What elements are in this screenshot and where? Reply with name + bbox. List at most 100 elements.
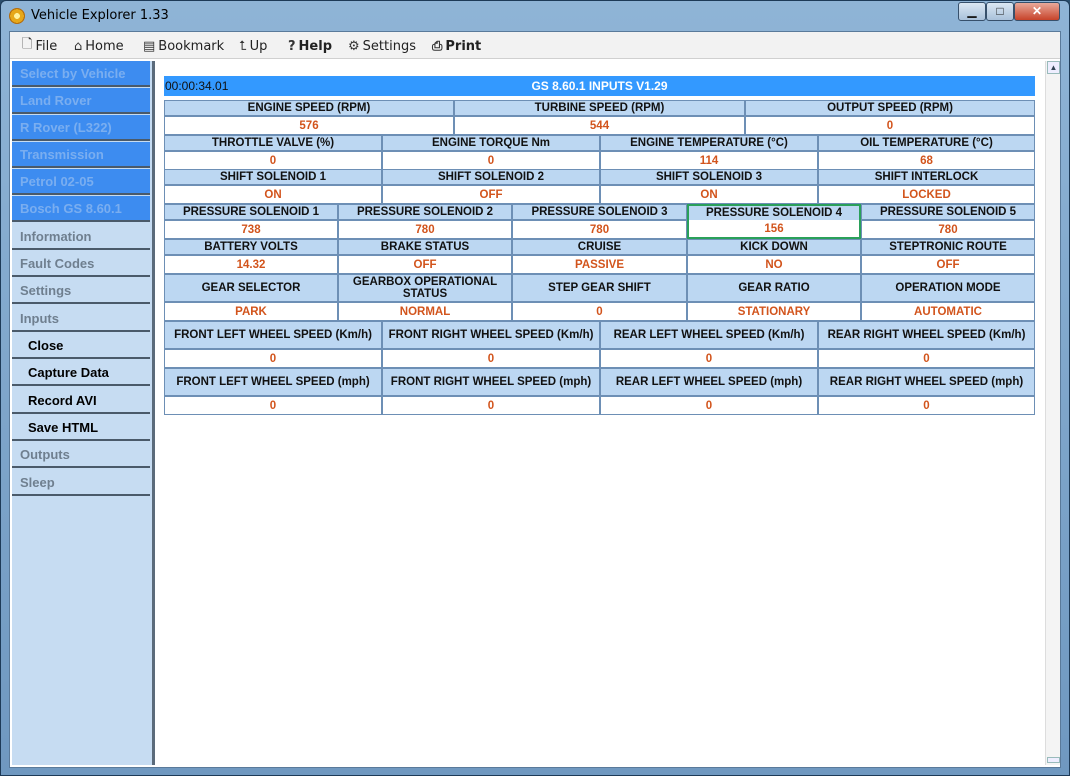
sidebar-divider (152, 61, 155, 765)
sidebar: Select by Vehicle Land Rover R Rover (L3… (12, 61, 152, 765)
sidebar-item-outputs[interactable]: Outputs (12, 442, 150, 468)
table-row: FRONT LEFT WHEEL SPEED (mph) FRONT RIGHT… (164, 368, 1035, 396)
value-operation-mode: AUTOMATIC (861, 302, 1035, 321)
table-row: SHIFT SOLENOID 1 SHIFT SOLENOID 2 SHIFT … (164, 169, 1035, 185)
table-row: 0 0 0 0 (164, 349, 1035, 368)
close-window-button[interactable]: ✕ (1014, 2, 1060, 21)
label-rear-right-wheel-mph: REAR RIGHT WHEEL SPEED (mph) (818, 368, 1035, 396)
menu-settings[interactable]: ⚙ Settings (348, 38, 416, 54)
menu-label: File (35, 38, 58, 54)
label-cruise: CRUISE (512, 239, 687, 255)
value-pressure-solenoid-5: 780 (861, 220, 1035, 239)
sidebar-item-settings[interactable]: Settings (12, 278, 150, 304)
sidebar-item-record-avi[interactable]: Record AVI (12, 388, 150, 414)
breadcrumb-land-rover[interactable]: Land Rover (12, 88, 150, 114)
value-engine-torque: 0 (382, 151, 600, 170)
sidebar-item-capture-data[interactable]: Capture Data (12, 360, 150, 386)
home-icon: ⌂ (74, 38, 83, 54)
value-pressure-solenoid-2: 780 (338, 220, 512, 239)
table-row: BATTERY VOLTS BRAKE STATUS CRUISE KICK D… (164, 239, 1035, 255)
table-row: ON OFF ON LOCKED (164, 185, 1035, 204)
value-steptronic-route: OFF (861, 255, 1035, 274)
menu-home[interactable]: ⌂ Home (74, 38, 124, 54)
table-row: PARK NORMAL 0 STATIONARY AUTOMATIC (164, 302, 1035, 321)
label-shift-solenoid-1: SHIFT SOLENOID 1 (164, 169, 382, 185)
vertical-scrollbar[interactable]: ▲ (1045, 61, 1060, 765)
label-pressure-solenoid-1: PRESSURE SOLENOID 1 (164, 204, 338, 220)
menu-label: Settings (362, 38, 416, 54)
value-pressure-solenoid-1: 738 (164, 220, 338, 239)
label-gear-ratio: GEAR RATIO (687, 274, 861, 302)
menu-help[interactable]: ? Help (288, 38, 332, 54)
sidebar-item-close[interactable]: Close (12, 333, 150, 359)
value-pressure-solenoid-3: 780 (512, 220, 687, 239)
label-throttle-valve: THROTTLE VALVE (%) (164, 135, 382, 151)
label-rear-right-wheel-kmh: REAR RIGHT WHEEL SPEED (Km/h) (818, 321, 1035, 349)
value-shift-solenoid-1: ON (164, 185, 382, 204)
menu-label: Print (445, 38, 482, 54)
value-shift-solenoid-3: ON (600, 185, 818, 204)
scroll-down-arrow-icon[interactable] (1047, 757, 1060, 763)
breadcrumb-model[interactable]: R Rover (L322) (12, 115, 150, 141)
sidebar-item-save-html[interactable]: Save HTML (12, 415, 150, 441)
label-gearbox-operational-status: GEARBOX OPERATIONAL STATUS (338, 274, 512, 302)
table-row: GEAR SELECTOR GEARBOX OPERATIONAL STATUS… (164, 274, 1035, 302)
label-front-left-wheel-kmh: FRONT LEFT WHEEL SPEED (Km/h) (164, 321, 382, 349)
label-output-speed: OUTPUT SPEED (RPM) (745, 100, 1035, 116)
value-oil-temperature: 68 (818, 151, 1035, 170)
printer-icon: ⎙ (432, 38, 443, 54)
label-gear-selector: GEAR SELECTOR (164, 274, 338, 302)
label-front-left-wheel-mph: FRONT LEFT WHEEL SPEED (mph) (164, 368, 382, 396)
maximize-button[interactable]: □ (986, 2, 1014, 21)
sidebar-item-fault-codes[interactable]: Fault Codes (12, 251, 150, 277)
title-bar[interactable]: Vehicle Explorer 1.33 ▁ □ ✕ (1, 1, 1069, 31)
value-rear-left-wheel-mph: 0 (600, 396, 818, 415)
value-engine-speed: 576 (164, 116, 454, 135)
minimize-button[interactable]: ▁ (958, 2, 986, 21)
table-row: 14.32 OFF PASSIVE NO OFF (164, 255, 1035, 274)
table-row: FRONT LEFT WHEEL SPEED (Km/h) FRONT RIGH… (164, 321, 1035, 349)
app-logo-icon (9, 8, 25, 24)
inputs-header: 00:00:34.01 GS 8.60.1 INPUTS V1.29 (164, 76, 1035, 96)
breadcrumb-module[interactable]: Bosch GS 8.60.1 (12, 196, 150, 222)
label-shift-interlock: SHIFT INTERLOCK (818, 169, 1035, 185)
value-gearbox-operational-status: NORMAL (338, 302, 512, 321)
label-operation-mode: OPERATION MODE (861, 274, 1035, 302)
label-rear-left-wheel-kmh: REAR LEFT WHEEL SPEED (Km/h) (600, 321, 818, 349)
value-kick-down: NO (687, 255, 861, 274)
menu-file[interactable]: 🗋 File (22, 37, 58, 54)
label-shift-solenoid-3: SHIFT SOLENOID 3 (600, 169, 818, 185)
breadcrumb-select-by-vehicle[interactable]: Select by Vehicle (12, 61, 150, 87)
menu-print[interactable]: ⎙ Print (432, 38, 481, 54)
label-rear-left-wheel-mph: REAR LEFT WHEEL SPEED (mph) (600, 368, 818, 396)
sidebar-item-inputs[interactable]: Inputs (12, 306, 150, 332)
value-brake-status: OFF (338, 255, 512, 274)
label-kick-down: KICK DOWN (687, 239, 861, 255)
label-pressure-solenoid-4: PRESSURE SOLENOID 4 (687, 204, 861, 220)
breadcrumb-transmission[interactable]: Transmission (12, 142, 150, 168)
value-rear-right-wheel-kmh: 0 (818, 349, 1035, 368)
value-shift-interlock: LOCKED (818, 185, 1035, 204)
sidebar-item-information[interactable]: Information (12, 224, 150, 250)
scroll-up-arrow-icon[interactable]: ▲ (1047, 61, 1060, 74)
value-shift-solenoid-2: OFF (382, 185, 600, 204)
value-gear-ratio: STATIONARY (687, 302, 861, 321)
value-rear-left-wheel-kmh: 0 (600, 349, 818, 368)
label-battery-volts: BATTERY VOLTS (164, 239, 338, 255)
table-row: 738 780 780 156 780 (164, 220, 1035, 239)
client-area: 🗋 File ⌂ Home ▤ Bookmark ⮤ Up ? Help ⚙ S… (9, 31, 1061, 768)
value-step-gear-shift: 0 (512, 302, 687, 321)
label-brake-status: BRAKE STATUS (338, 239, 512, 255)
value-throttle-valve: 0 (164, 151, 382, 170)
breadcrumb-engine[interactable]: Petrol 02-05 (12, 169, 150, 195)
menu-bookmark[interactable]: ▤ Bookmark (143, 38, 224, 54)
window-title: Vehicle Explorer 1.33 (31, 8, 169, 23)
menu-up[interactable]: ⮤ Up (239, 38, 267, 54)
value-output-speed: 0 (745, 116, 1035, 135)
value-front-right-wheel-mph: 0 (382, 396, 600, 415)
inputs-panel: 00:00:34.01 GS 8.60.1 INPUTS V1.29 ENGIN… (156, 61, 1044, 765)
menu-label: Help (298, 38, 333, 54)
sidebar-item-sleep[interactable]: Sleep (12, 470, 150, 496)
file-icon: 🗋 (22, 37, 33, 52)
value-front-left-wheel-mph: 0 (164, 396, 382, 415)
